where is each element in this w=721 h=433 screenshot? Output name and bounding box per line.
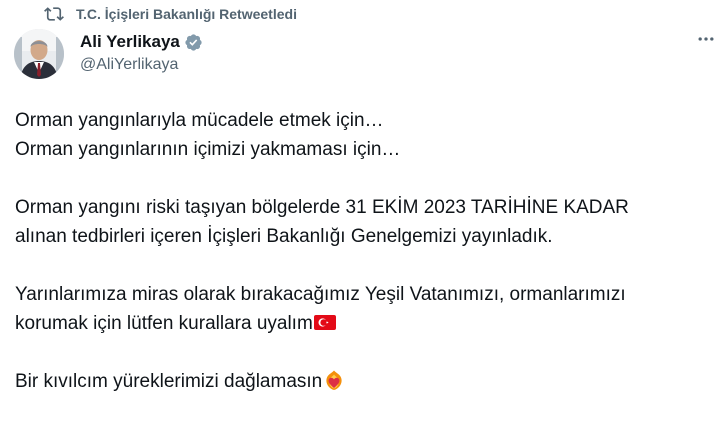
tweet-line-6: korumak için lütfen kurallara uyalım [15, 313, 313, 334]
tweet-line-7: Bir kıvılcım yüreklerimizi dağlamasın [15, 371, 323, 392]
more-button[interactable] [691, 30, 721, 52]
retweet-context[interactable]: T.C. İçişleri Bakanlığı Retweetledi [44, 3, 297, 25]
author-name[interactable]: Ali Yerlikaya [80, 32, 180, 52]
heart-on-fire-icon [323, 369, 345, 391]
tweet[interactable]: T.C. İçişleri Bakanlığı Retweetledi Ali … [0, 0, 721, 433]
turkey-flag-icon [313, 311, 336, 333]
verified-badge-icon [184, 33, 203, 52]
tweet-line-5: Yarınlarımıza miras olarak bırakacağımız… [15, 284, 626, 305]
tweet-line-3: Orman yangını riski taşıyan bölgelerde 3… [15, 197, 629, 218]
tweet-text: Orman yangınlarıyla mücadele etmek için…… [15, 106, 715, 396]
tweet-line-1: Orman yangınlarıyla mücadele etmek için… [15, 110, 384, 131]
more-horizontal-icon [696, 29, 716, 54]
author-name-row[interactable]: Ali Yerlikaya [80, 31, 203, 53]
avatar[interactable] [14, 29, 64, 79]
retweet-label: T.C. İçişleri Bakanlığı Retweetledi [76, 6, 297, 22]
tweet-line-6-wrap: korumak için lütfen kurallara uyalım [15, 309, 715, 338]
author-handle[interactable]: @AliYerlikaya [80, 56, 178, 74]
tweet-line-2: Orman yangınlarının içimizi yakmaması iç… [15, 139, 401, 160]
tweet-line-7-wrap: Bir kıvılcım yüreklerimizi dağlamasın [15, 367, 715, 396]
tweet-line-4: alınan tedbirleri içeren İçişleri Bakanl… [15, 226, 553, 247]
retweet-icon [44, 4, 64, 24]
